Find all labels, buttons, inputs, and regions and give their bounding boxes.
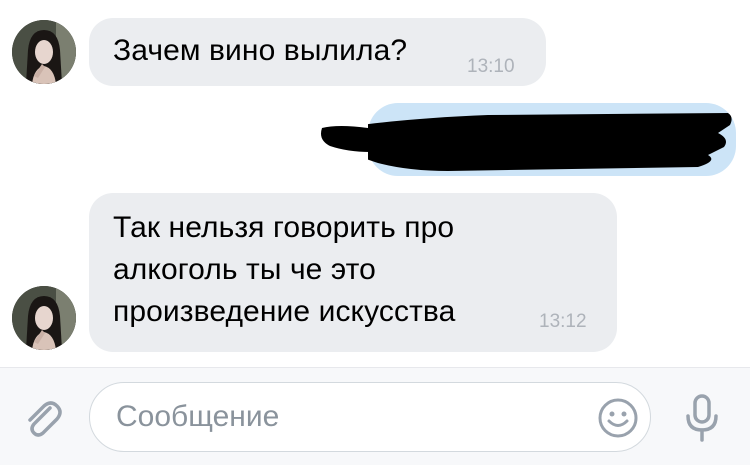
message-bubble-incoming[interactable]: Так нельзя говорить про алкоголь ты че э… xyxy=(89,193,617,352)
message-text: Так нельзя говорить про алкоголь ты че э… xyxy=(113,211,456,328)
message-bubble-outgoing[interactable] xyxy=(368,103,736,176)
redaction-scribble-tail xyxy=(321,126,370,152)
message-input[interactable] xyxy=(116,395,586,439)
avatar[interactable] xyxy=(12,20,76,84)
microphone-icon[interactable] xyxy=(682,392,722,444)
message-composer xyxy=(0,367,750,465)
message-text: Зачем вино вылила? xyxy=(113,34,408,67)
smiley-icon[interactable] xyxy=(596,396,640,440)
avatar-photo xyxy=(12,20,76,84)
message-bubble-incoming[interactable]: Зачем вино вылила? 13:10 xyxy=(89,18,546,86)
avatar-photo xyxy=(12,286,76,350)
paperclip-icon[interactable] xyxy=(20,396,66,442)
message-input-field[interactable] xyxy=(89,382,651,452)
message-time: 13:10 xyxy=(467,56,515,77)
redaction-scribble xyxy=(368,113,732,171)
avatar[interactable] xyxy=(12,286,76,350)
message-time: 13:12 xyxy=(539,311,587,332)
